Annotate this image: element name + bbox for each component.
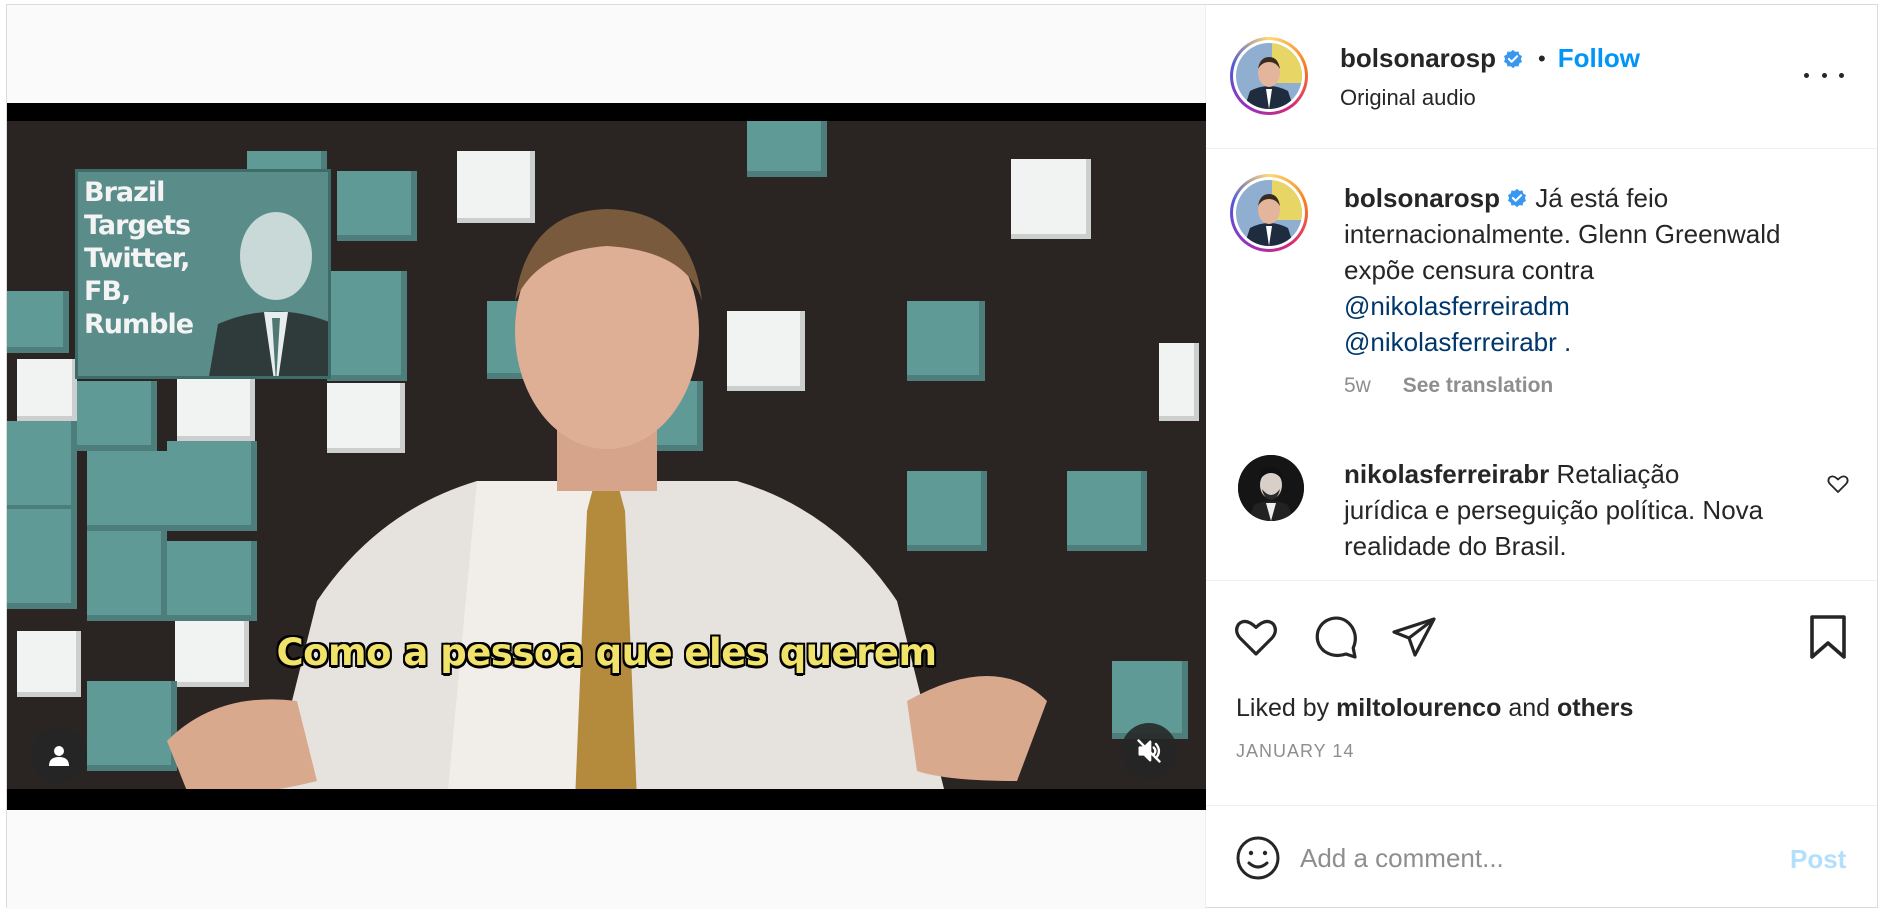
verified-badge-icon bbox=[1504, 49, 1522, 68]
media-panel: Brazil Targets Twitter, FB, Rumble Como … bbox=[7, 5, 1206, 909]
mute-toggle-button[interactable] bbox=[1121, 723, 1177, 779]
wall-tile bbox=[1159, 343, 1199, 421]
post-dialog: Brazil Targets Twitter, FB, Rumble Como … bbox=[6, 4, 1878, 909]
comment-username[interactable]: nikolasferreirabr bbox=[1344, 459, 1549, 489]
caption-avatar[interactable] bbox=[1230, 174, 1308, 252]
heart-icon[interactable] bbox=[1232, 613, 1280, 661]
mention-link[interactable]: @nikolasferreiradm bbox=[1344, 288, 1784, 324]
header-title-row: bolsonarosp • Follow bbox=[1340, 43, 1640, 74]
likes-others[interactable]: others bbox=[1557, 694, 1633, 722]
see-translation-button[interactable]: See translation bbox=[1403, 374, 1554, 397]
video-subtitle: Como a pessoa que eles querem bbox=[276, 631, 937, 674]
bookmark-icon[interactable] bbox=[1806, 613, 1850, 661]
caption-meta: 5w See translation bbox=[1344, 374, 1553, 398]
post-header: bolsonarosp • Follow Original audio bbox=[1206, 5, 1877, 149]
caption-username[interactable]: bolsonarosp bbox=[1344, 183, 1500, 213]
avatar-image bbox=[1236, 43, 1302, 109]
wall-tile bbox=[747, 121, 827, 177]
post-comment-button[interactable]: Post bbox=[1790, 844, 1846, 875]
post-age[interactable]: 5w bbox=[1344, 374, 1371, 397]
wall-tile bbox=[7, 509, 77, 609]
mention-link[interactable]: @nikolasferreirabr . bbox=[1344, 324, 1784, 360]
more-options-icon[interactable] bbox=[1804, 65, 1844, 85]
wall-tile bbox=[17, 359, 77, 421]
avatar-image bbox=[1236, 180, 1302, 246]
emoji-icon[interactable] bbox=[1234, 834, 1282, 882]
header-separator: • bbox=[1538, 45, 1546, 71]
avatar-image bbox=[1238, 455, 1304, 521]
likes-summary: Liked by miltolourenco and others bbox=[1236, 694, 1633, 723]
video-player[interactable]: Brazil Targets Twitter, FB, Rumble Como … bbox=[7, 103, 1206, 810]
likes-and: and bbox=[1508, 694, 1551, 722]
author-avatar[interactable] bbox=[1230, 37, 1308, 115]
comment-icon[interactable] bbox=[1312, 613, 1360, 661]
post-sidebar: bolsonarosp • Follow Original audio bols… bbox=[1206, 5, 1877, 909]
comment-input[interactable] bbox=[1300, 836, 1760, 880]
comments-section: bolsonarosp Já está feio internacionalme… bbox=[1206, 150, 1877, 580]
tagged-users-button[interactable] bbox=[31, 727, 87, 783]
follow-button[interactable]: Follow bbox=[1558, 43, 1640, 74]
comment-like-heart-icon[interactable] bbox=[1826, 472, 1850, 496]
audio-label[interactable]: Original audio bbox=[1340, 85, 1476, 111]
commenter-avatar[interactable] bbox=[1238, 455, 1304, 521]
add-comment-bar: Post bbox=[1206, 805, 1877, 909]
wall-tile bbox=[7, 421, 77, 511]
wall-tile bbox=[77, 381, 157, 451]
share-icon[interactable] bbox=[1390, 613, 1438, 661]
video-frame: Brazil Targets Twitter, FB, Rumble Como … bbox=[7, 121, 1206, 789]
post-caption: bolsonarosp Já está feio internacionalme… bbox=[1344, 180, 1784, 360]
liked-by-user[interactable]: miltolourenco bbox=[1336, 694, 1501, 722]
wall-tile bbox=[1067, 471, 1147, 551]
comment-item: nikolasferreirabr Retaliação jurídica e … bbox=[1344, 456, 1764, 564]
author-username[interactable]: bolsonarosp bbox=[1340, 43, 1496, 74]
user-icon bbox=[49, 746, 69, 766]
post-date[interactable]: JANUARY 14 bbox=[1236, 741, 1354, 762]
speaker-muted-icon bbox=[1137, 739, 1161, 763]
action-bar: Liked by miltolourenco and others JANUAR… bbox=[1206, 580, 1877, 805]
verified-badge-icon bbox=[1508, 188, 1526, 208]
wall-tile bbox=[7, 291, 69, 353]
presenter-figure bbox=[167, 209, 1047, 789]
likes-prefix: Liked by bbox=[1236, 694, 1330, 722]
